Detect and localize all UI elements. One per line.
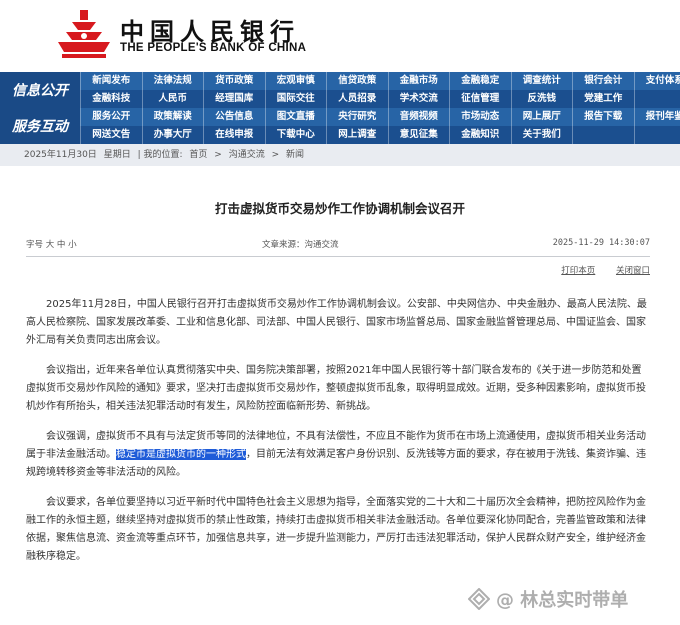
article-datetime: 2025-11-29 14:30:07 [552,238,650,248]
diamond-logo-icon [468,588,490,610]
nav-item[interactable]: 网上展厅 [510,108,572,126]
nav-item[interactable]: 货币政策 [203,72,265,90]
nav-item[interactable]: 办事大厅 [141,126,203,144]
pboc-emblem-icon[interactable] [56,8,112,60]
nav-item[interactable]: 政策解读 [141,108,203,126]
nav-item[interactable]: 支付体系 [633,72,680,90]
breadcrumb-sub-link[interactable]: 新闻 [286,150,304,160]
article-paragraph: 会议强调，虚拟货币不具有与法定货币等同的法律地位，不具有法偿性，不应且不能作为货… [26,428,650,482]
nav-item[interactable]: 经理国库 [203,90,265,108]
nav-item[interactable]: 反洗钱 [510,90,572,108]
nav-item[interactable]: 公告信息 [203,108,265,126]
current-date: 2025年11月30日 [24,150,97,160]
nav-item[interactable]: 党建工作 [572,90,634,108]
meta-divider [26,256,650,257]
nav-item[interactable]: 网送文告 [80,126,142,144]
article-meta: 字号 大 中 小 文章来源：沟通交流 2025-11-29 14:30:07 [26,238,650,254]
main-nav: 信息公开 服务互动 新闻发布 法律法规 货币政策 宏观审慎 信贷政策 金融市场 … [0,72,680,144]
nav-item[interactable]: 征信管理 [449,90,511,108]
nav-item[interactable]: 法律法规 [141,72,203,90]
font-size-controls[interactable]: 字号 大 中 小 [26,238,77,250]
nav-item[interactable]: 新闻发布 [80,72,142,90]
nav-item[interactable]: 网上调查 [326,126,388,144]
location-prefix: | 我的位置: [137,150,183,160]
breadcrumb: 2025年11月30日 星期日 | 我的位置: 首页 > 沟通交流 > 新闻 [0,144,680,166]
article-paragraph: 会议要求，各单位要坚持以习近平新时代中国特色社会主义思想为指导，全面落实党的二十… [26,497,646,562]
print-page-link[interactable]: 打印本页 [561,266,595,276]
nav-item[interactable]: 调查统计 [510,72,572,90]
article-paragraph: 2025年11月28日，中国人民银行召开打击虚拟货币交易炒作工作协调机制会议。公… [26,299,647,346]
nav-item[interactable]: 报刊年鉴 [633,108,680,126]
nav-item[interactable]: 央行研究 [326,108,388,126]
nav-section-service[interactable]: 服务互动 [0,108,80,144]
nav-item[interactable]: 意见征集 [387,126,449,144]
nav-grid-service: 服务公开 政策解读 公告信息 图文直播 央行研究 音频视频 市场动态 网上展厅 … [80,108,680,144]
nav-item[interactable]: 音频视频 [387,108,449,126]
nav-item[interactable]: 宏观审慎 [264,72,326,90]
article-paragraph: 会议指出，近年来各单位认真贯彻落实中央、国务院决策部署，按照2021年中国人民银… [26,365,646,412]
site-header: 中国人民银行 THE PEOPLE'S BANK OF CHINA [0,0,680,72]
nav-section-info-disclosure[interactable]: 信息公开 [0,72,80,108]
nav-item[interactable]: 图文直播 [264,108,326,126]
watermark: @ 林总实时带单 [468,584,628,614]
selected-text-highlight[interactable]: 稳定币是虚拟货币的一种形式 [116,449,246,460]
nav-item[interactable]: 金融科技 [80,90,142,108]
breadcrumb-section-link[interactable]: 沟通交流 [229,150,265,160]
breadcrumb-separator: > [271,150,280,160]
article-source: 文章来源：沟通交流 [262,240,339,250]
nav-item[interactable]: 人民币 [141,90,203,108]
nav-item[interactable]: 服务公开 [80,108,142,126]
article-actions: 打印本页 关闭窗口 [543,264,650,276]
nav-item[interactable]: 银行会计 [572,72,634,90]
nav-item[interactable]: 关于我们 [510,126,572,144]
watermark-text: @ 林总实时带单 [496,590,629,611]
article-body: 2025年11月28日，中国人民银行召开打击虚拟货币交易炒作工作协调机制会议。公… [26,296,650,578]
nav-item[interactable]: 金融知识 [449,126,511,144]
nav-item[interactable]: 下载中心 [264,126,326,144]
nav-item[interactable]: 报告下载 [572,108,634,126]
nav-item-empty [633,90,680,108]
nav-item-empty [633,126,680,144]
breadcrumb-separator: > [214,150,222,160]
nav-item[interactable]: 在线申报 [203,126,265,144]
nav-grid-info: 新闻发布 法律法规 货币政策 宏观审慎 信贷政策 金融市场 金融稳定 调查统计 … [80,72,680,108]
nav-item[interactable]: 国际交往 [264,90,326,108]
nav-item[interactable]: 金融市场 [387,72,449,90]
breadcrumb-home-link[interactable]: 首页 [189,150,207,160]
nav-item[interactable]: 金融稳定 [449,72,511,90]
nav-item[interactable]: 信贷政策 [326,72,388,90]
current-weekday: 星期日 [103,150,131,160]
nav-item-empty [572,126,634,144]
article-title: 打击虚拟货币交易炒作工作协调机制会议召开 [214,201,465,216]
site-name-en[interactable]: THE PEOPLE'S BANK OF CHINA [120,42,306,54]
nav-item[interactable]: 人员招录 [326,90,388,108]
close-window-link[interactable]: 关闭窗口 [616,266,650,276]
nav-item[interactable]: 市场动态 [449,108,511,126]
nav-item[interactable]: 学术交流 [387,90,449,108]
